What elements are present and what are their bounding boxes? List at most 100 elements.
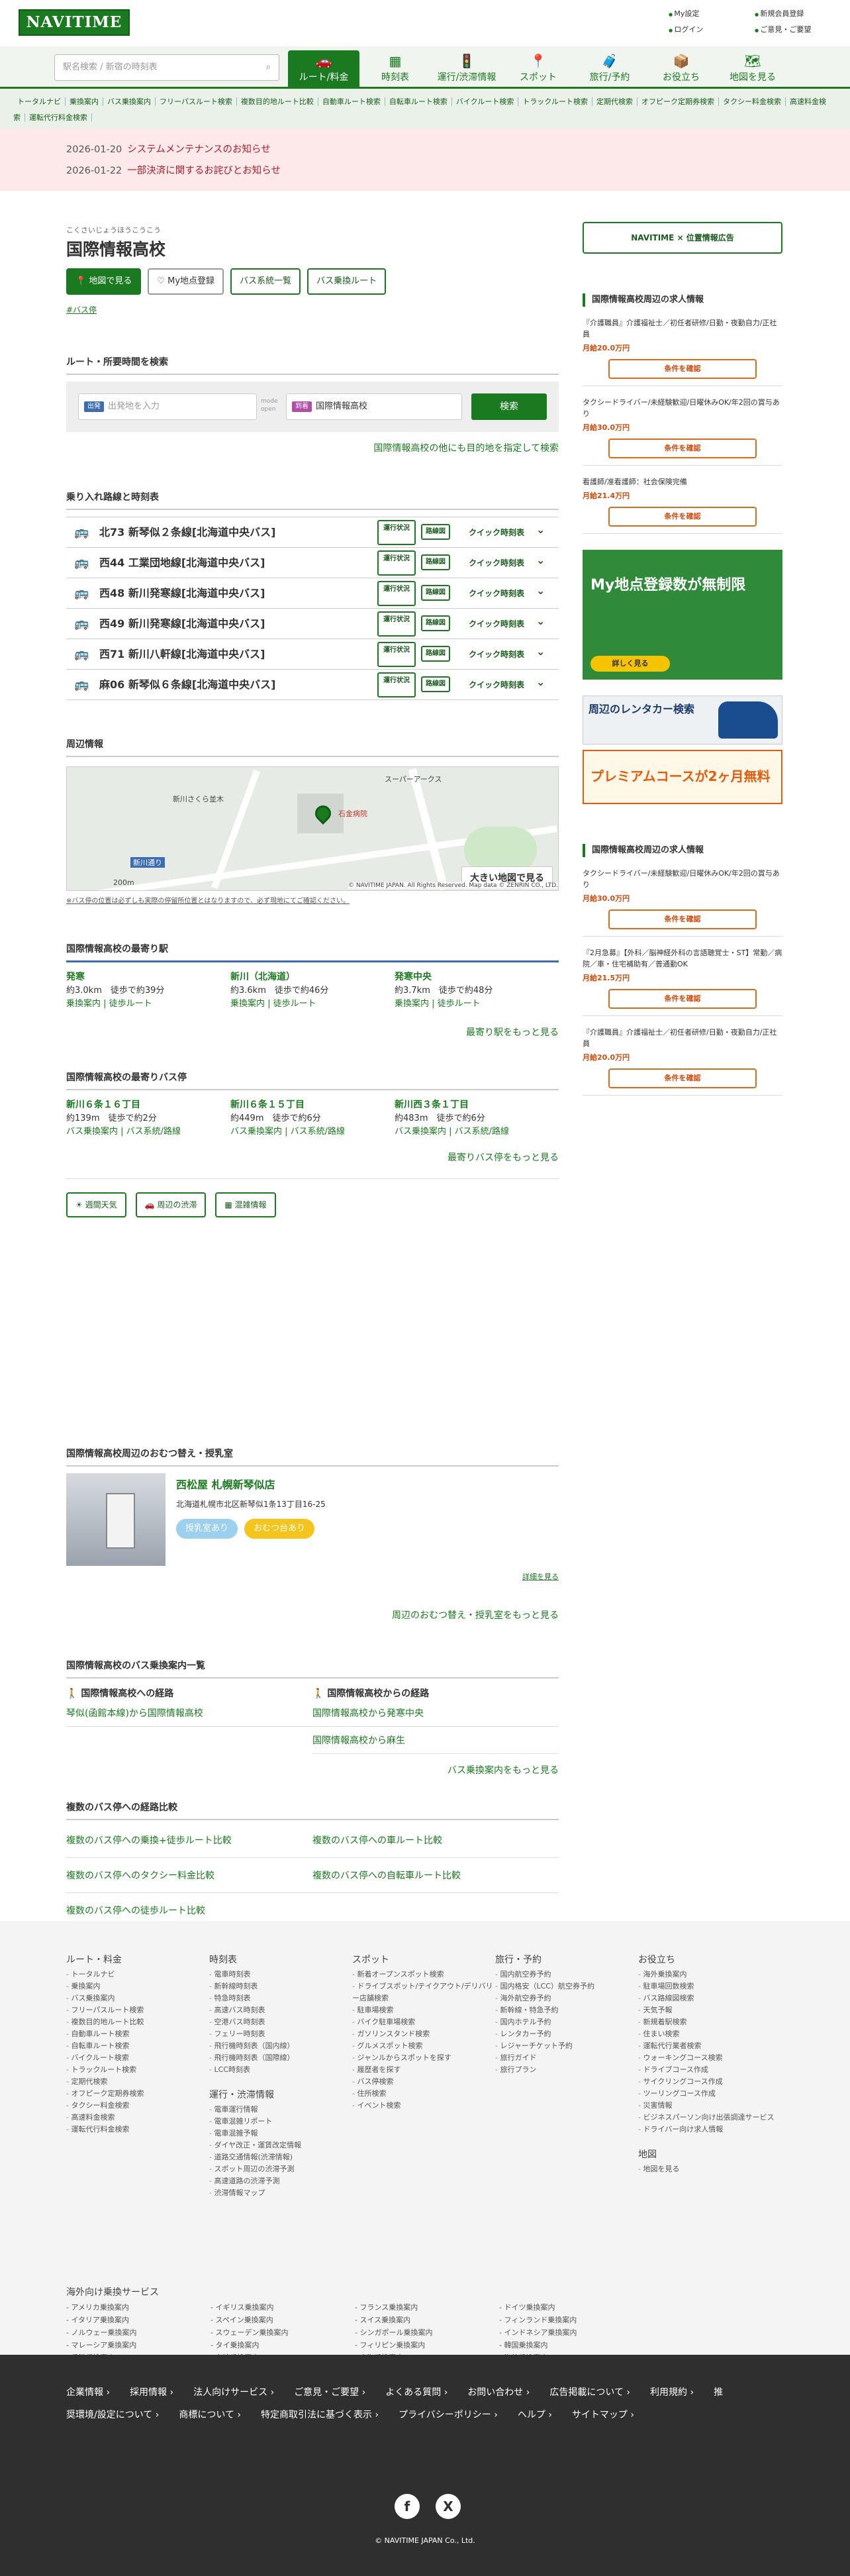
chevron-down-icon[interactable]: ⌄ — [536, 576, 545, 606]
job-check-button[interactable]: 条件を確認 — [608, 1068, 757, 1088]
footer-link[interactable]: バイクルート検索 — [66, 2052, 209, 2064]
footer-link[interactable]: バイク駐車場検索 — [352, 2016, 495, 2028]
quick-timetable-link[interactable]: クイック時刻表 — [469, 639, 524, 670]
nav-map[interactable]: 🗺 地図を見る — [717, 50, 788, 89]
from-input[interactable]: 出発 出発地を入力 — [78, 393, 257, 420]
rentacar-banner[interactable]: 周辺のレンタカー検索 — [583, 696, 782, 745]
footer-link[interactable]: ジャンルからスポットを探す — [352, 2052, 495, 2064]
overseas-link[interactable]: シンガポール乗換案内 — [355, 2326, 499, 2339]
stations-name[interactable]: 発寒中央 — [395, 972, 432, 982]
subnav-item[interactable]: バイクルート検索 — [451, 97, 519, 106]
compare-item[interactable]: 複数のバス停へのタクシー料金比較 — [66, 1858, 312, 1893]
notice-item[interactable]: 2026-01-20 システムメンテナンスのお知らせ — [66, 139, 850, 160]
compare-item[interactable]: 複数のバス停への自転車ルート比較 — [312, 1858, 559, 1893]
job-item[interactable]: 『2月急募』【外科／脳神経外科の言語聴覚士・ST】常勤／病院／車・住宅補助有／普… — [583, 937, 782, 1016]
route-map-button[interactable]: 路線図 — [421, 676, 450, 692]
job-check-button[interactable]: 条件を確認 — [608, 989, 757, 1009]
route-map-button[interactable]: 路線図 — [421, 585, 450, 601]
info-button-2[interactable]: ▦ 混雑情報 — [215, 1192, 276, 1217]
footer-link[interactable]: 高速道路の渋滞予測 — [209, 2175, 352, 2187]
from-route-item[interactable]: 国際情報高校から発寒中央 — [312, 1700, 559, 1727]
footer-link[interactable]: ドライバー向け求人情報 — [638, 2124, 781, 2136]
footer-link[interactable]: 海外航空券予約 — [495, 1992, 638, 2004]
footer-link[interactable]: 高速バス時刻表 — [209, 2004, 352, 2016]
quick-timetable-link[interactable]: クイック時刻表 — [469, 609, 524, 639]
line-name[interactable]: 麻06 新琴似６条線[北海道中央バス] — [99, 678, 275, 691]
overseas-link[interactable]: 韓国乗換案内 — [499, 2339, 643, 2351]
overseas-link[interactable]: タイ乗換案内 — [211, 2339, 355, 2351]
footer-link[interactable]: オフピーク定期券検索 — [66, 2088, 209, 2100]
job-item[interactable]: タクシードライバー/未経験歓迎/日曜休みOK/年2回の賞与あり 月給30.0万円条… — [583, 386, 782, 466]
overseas-link[interactable]: スペイン乗換案内 — [211, 2314, 355, 2326]
footer-link[interactable]: タクシー料金検索 — [66, 2100, 209, 2112]
stations-more-link[interactable]: 最寄り駅をもっと見る — [66, 1025, 559, 1039]
login-link[interactable]: ログイン — [669, 24, 755, 34]
footer-link[interactable]: 道路交通情報(渋滞情報) — [209, 2151, 352, 2163]
overseas-link[interactable]: スウェーデン乗換案内 — [211, 2326, 355, 2339]
footer-link[interactable]: 電車時刻表 — [209, 1969, 352, 1981]
bottom-link[interactable]: 法人向けサービス — [193, 2387, 274, 2398]
footer-link[interactable]: 運転代行業者検索 — [638, 2040, 781, 2052]
subnav-item[interactable]: 自転車ルート検索 — [385, 97, 452, 106]
search-input[interactable]: 駅名検索 / 新宿の時刻表 ⌕ — [54, 54, 279, 81]
line-row[interactable]: 🚌 麻06 新琴似６条線[北海道中央バス] 運行状況 路線図 クイック時刻表 ⌄ — [66, 670, 559, 700]
footer-link[interactable]: フリーパスルート検索 — [66, 2004, 209, 2016]
footer-link[interactable]: トラックルート検索 — [66, 2064, 209, 2076]
map-view-button[interactable]: 📍 地図で見る — [66, 268, 142, 295]
subnav-item[interactable]: フリーパスルート検索 — [156, 97, 237, 106]
overseas-link[interactable]: マレーシア乗換案内 — [66, 2339, 211, 2351]
footer-link[interactable]: 履歴者を探す — [352, 2064, 495, 2076]
footer-link[interactable]: 電車混雑予報 — [209, 2128, 352, 2139]
footer-link[interactable]: ガソリンスタンド検索 — [352, 2028, 495, 2040]
chevron-down-icon[interactable]: ⌄ — [536, 606, 545, 637]
footer-link[interactable]: 高速料金検索 — [66, 2112, 209, 2124]
baby-more-link[interactable]: 周辺のおむつ替え・授乳室をもっと見る — [66, 1608, 559, 1622]
bus-route-more-link[interactable]: バス乗換案内をもっと見る — [66, 1763, 559, 1777]
footer-link[interactable]: 新幹線時刻表 — [209, 1981, 352, 1992]
footer-link[interactable]: ダイヤ改正・運賃改定情報 — [209, 2139, 352, 2151]
footer-link[interactable]: 災害情報 — [638, 2100, 781, 2112]
line-row[interactable]: 🚌 西48 新川発寒線[北海道中央バス] 運行状況 路線図 クイック時刻表 ⌄ — [66, 578, 559, 609]
status-button[interactable]: 運行状況 — [377, 611, 416, 637]
quick-timetable-link[interactable]: クイック時刻表 — [469, 578, 524, 609]
chevron-down-icon[interactable]: ⌄ — [536, 667, 545, 697]
bottom-link[interactable]: 商標について — [179, 2410, 241, 2420]
overseas-link[interactable]: インドネシア乗換案内 — [499, 2326, 643, 2339]
chevron-down-icon[interactable]: ⌄ — [536, 637, 545, 667]
job-check-button[interactable]: 条件を確認 — [608, 507, 757, 527]
busstops-name[interactable]: 新川６条１５丁目 — [230, 1100, 305, 1110]
overseas-link[interactable]: イギリス乗換案内 — [211, 2301, 355, 2314]
footer-link[interactable]: 住まい検索 — [638, 2028, 781, 2040]
footer-link[interactable]: ビジネスパーソン向け出張調達サービス — [638, 2112, 781, 2124]
subnav-item[interactable]: タクシー料金検索 — [719, 97, 786, 106]
line-row[interactable]: 🚌 西49 新川発寒線[北海道中央バス] 運行状況 路線図 クイック時刻表 ⌄ — [66, 609, 559, 639]
line-name[interactable]: 西44 工業団地線[北海道中央バス] — [99, 556, 265, 569]
footer-link[interactable]: 空港バス時刻表 — [209, 2016, 352, 2028]
footer-link[interactable]: 旅行ガイド — [495, 2052, 638, 2064]
route-map-button[interactable]: 路線図 — [421, 615, 450, 631]
line-row[interactable]: 🚌 西44 工業団地線[北海道中央バス] 運行状況 路線図 クイック時刻表 ⌄ — [66, 548, 559, 578]
line-name[interactable]: 北73 新琴似２条線[北海道中央バス] — [99, 526, 275, 539]
footer-link[interactable]: 飛行機時刻表（国内線） — [209, 2040, 352, 2052]
footer-link[interactable]: 駐車場回数検索 — [638, 1981, 781, 1992]
busstop-tag[interactable]: #バス停 — [66, 304, 559, 315]
footer-link[interactable]: LCC時刻表 — [209, 2064, 352, 2076]
job-item[interactable]: 看護師/准看護師：社会保険完備 月給21.4万円 条件を確認 — [583, 466, 782, 534]
overseas-link[interactable]: フィリピン乗換案内 — [355, 2339, 499, 2351]
nav-box[interactable]: 📦 お役立ち — [645, 50, 717, 89]
status-button[interactable]: 運行状況 — [377, 520, 416, 545]
to-input[interactable]: 到着 国際情報高校 — [286, 393, 462, 420]
stations-name[interactable]: 新川（北海道） — [230, 972, 295, 982]
footer-link[interactable]: 国内ホテル予約 — [495, 2016, 638, 2028]
bottom-link[interactable]: 広告掲載について — [549, 2387, 630, 2398]
chevron-down-icon[interactable]: ⌄ — [536, 515, 545, 545]
footer-link[interactable]: ドライブコース作成 — [638, 2064, 781, 2076]
job-check-button[interactable]: 条件を確認 — [608, 438, 757, 458]
chevron-down-icon[interactable]: ⌄ — [536, 545, 545, 576]
footer-link[interactable]: レジャーチケット予約 — [495, 2040, 638, 2052]
bottom-link[interactable]: プライバシーポリシー — [399, 2410, 498, 2420]
route-map-button[interactable]: 路線図 — [421, 524, 450, 540]
status-button[interactable]: 運行状況 — [377, 642, 416, 667]
map-note[interactable]: ※バス停の位置は必ずしも実際の停留所位置とはなりますので、必ず現地にてご確認くだ… — [66, 895, 559, 905]
footer-link[interactable]: ツーリングコース作成 — [638, 2088, 781, 2100]
